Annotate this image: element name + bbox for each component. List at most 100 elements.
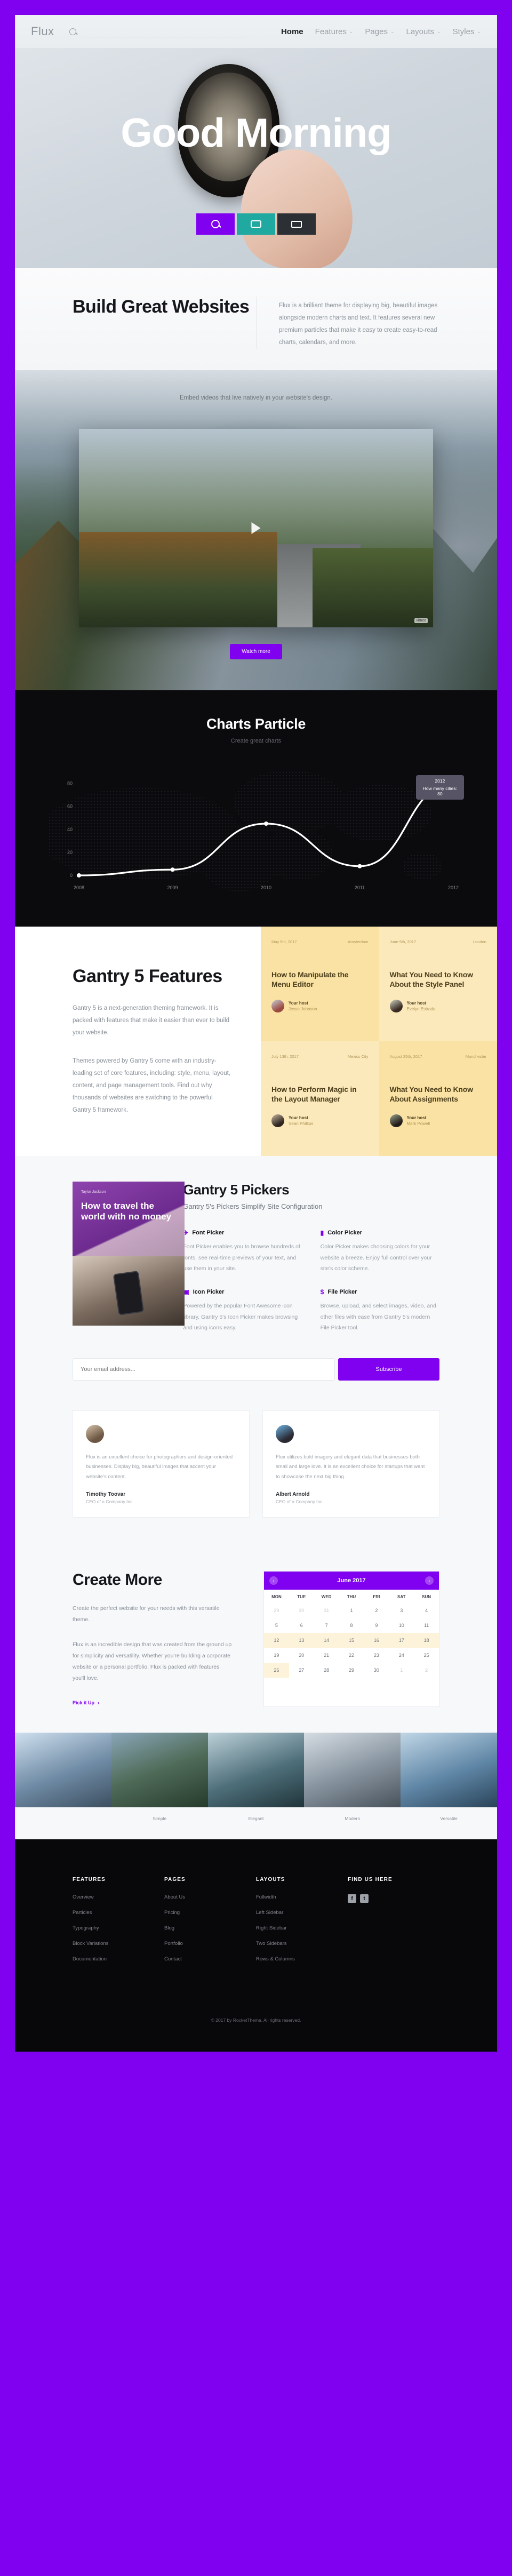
promo-card[interactable]: Taylor Jackson How to travel the world w…	[73, 1182, 185, 1326]
calendar-day[interactable]: 4	[414, 1603, 439, 1618]
footer-link[interactable]: Pricing	[164, 1910, 256, 1916]
site-logo[interactable]: Flux	[31, 25, 54, 38]
play-icon[interactable]	[251, 522, 261, 534]
facebook-icon[interactable]: f	[348, 1894, 356, 1903]
briefcase-icon: ▮	[320, 1229, 324, 1237]
features-left: Gantry 5 Features Gantry 5 is a next-gen…	[15, 927, 261, 1156]
footer-column-layouts: LAYOUTS Fullwidth Left Sidebar Right Sid…	[256, 1877, 348, 1972]
email-field[interactable]	[73, 1358, 335, 1381]
pick-it-up-link[interactable]: Pick it Up ›	[73, 1700, 99, 1705]
nav-item-styles[interactable]: Styles ⌄	[453, 27, 481, 36]
footer-heading: PAGES	[164, 1877, 186, 1883]
calendar-day[interactable]: 6	[289, 1618, 314, 1633]
calendar-day[interactable]: 20	[289, 1648, 314, 1663]
calendar-day[interactable]: 10	[389, 1618, 414, 1633]
subscribe-button[interactable]: Subscribe	[338, 1358, 439, 1381]
news-card-date: June 5th, 2017	[389, 939, 417, 944]
search-input[interactable]	[80, 26, 245, 37]
footer-link[interactable]: Fullwidth	[256, 1894, 348, 1900]
news-card[interactable]: August 25th, 2017 Manchester What You Ne…	[379, 1041, 497, 1157]
nav-item-layouts[interactable]: Layouts ⌄	[406, 27, 441, 36]
chart-title: Charts Particle	[206, 716, 306, 732]
header-search[interactable]	[69, 26, 245, 37]
calendar-day[interactable]: 13	[289, 1633, 314, 1648]
calendar-day[interactable]: 22	[339, 1648, 364, 1663]
calendar-day[interactable]: 21	[314, 1648, 339, 1663]
footer-link[interactable]: Rows & Columns	[256, 1956, 348, 1962]
calendar-day[interactable]: 2	[414, 1663, 439, 1678]
calendar-day[interactable]: 14	[314, 1633, 339, 1648]
news-card[interactable]: July 13th, 2017 Mexico City How to Perfo…	[261, 1041, 379, 1157]
gallery-item[interactable]: Modern	[304, 1733, 401, 1839]
hero-monitor-button[interactable]	[277, 213, 316, 235]
news-card-host-label: Your host	[406, 1115, 427, 1121]
footer-link[interactable]: Typography	[73, 1925, 164, 1931]
nav-item-pages[interactable]: Pages ⌄	[365, 27, 394, 36]
footer-link[interactable]: Left Sidebar	[256, 1910, 348, 1916]
footer-link[interactable]: Overview	[73, 1894, 164, 1900]
calendar-day[interactable]: 11	[414, 1618, 439, 1633]
hero-camera-button[interactable]	[237, 213, 275, 235]
calendar-day[interactable]: 25	[414, 1648, 439, 1663]
gallery-item[interactable]	[15, 1733, 111, 1839]
footer-link[interactable]: Blog	[164, 1925, 256, 1931]
calendar-dow: FRI	[373, 1594, 380, 1600]
gallery-item[interactable]: Simple	[111, 1733, 208, 1839]
news-card[interactable]: May 9th, 2017 Amsterdam How to Manipulat…	[261, 927, 379, 1042]
footer-link[interactable]: Two Sidebars	[256, 1941, 348, 1947]
calendar-day[interactable]: 29	[264, 1603, 289, 1618]
build-section: Build Great Websites Flux is a brilliant…	[15, 268, 497, 370]
calendar-day[interactable]: 26	[264, 1663, 289, 1678]
nav-item-features[interactable]: Features ⌄	[315, 27, 354, 36]
calendar-day[interactable]: 7	[314, 1618, 339, 1633]
hero-search-button[interactable]	[196, 213, 235, 235]
footer-link[interactable]: Right Sidebar	[256, 1925, 348, 1931]
calendar-day[interactable]: 27	[289, 1663, 314, 1678]
footer-link[interactable]: Contact	[164, 1956, 256, 1962]
calendar-day[interactable]: 30	[289, 1603, 314, 1618]
site-footer: FEATURES Overview Particles Typography B…	[15, 1839, 497, 2052]
build-right: Flux is a brilliant theme for displaying…	[256, 297, 497, 349]
calendar-day[interactable]: 29	[339, 1663, 364, 1678]
build-paragraph: Flux is a brilliant theme for displaying…	[279, 302, 438, 346]
testimonial-name: Albert Arnold	[276, 1492, 310, 1498]
calendar-day[interactable]: 2	[364, 1603, 389, 1618]
calendar-day[interactable]: 16	[364, 1633, 389, 1648]
video-player[interactable]: vimeo	[79, 429, 433, 627]
twitter-icon[interactable]: t	[360, 1894, 369, 1903]
calendar-day[interactable]: 30	[364, 1663, 389, 1678]
gallery-item[interactable]: Versatile	[401, 1733, 497, 1839]
calendar-day[interactable]: 18	[414, 1633, 439, 1648]
chevron-left-icon[interactable]: ‹	[269, 1576, 278, 1585]
news-card[interactable]: June 5th, 2017 London What You Need to K…	[379, 927, 497, 1042]
calendar-day[interactable]: 31	[314, 1603, 339, 1618]
chevron-down-icon: ⌄	[349, 28, 354, 34]
calendar-day[interactable]: 1	[339, 1603, 364, 1618]
footer-link[interactable]: Documentation	[73, 1956, 164, 1962]
calendar-day[interactable]: 3	[389, 1603, 414, 1618]
nav-item-home[interactable]: Home	[281, 27, 303, 36]
hero-title: Good Morning	[121, 110, 391, 156]
calendar-day[interactable]: 17	[389, 1633, 414, 1648]
svg-text:0: 0	[70, 873, 73, 878]
footer-link[interactable]: Particles	[73, 1910, 164, 1916]
calendar-day[interactable]: 12	[264, 1633, 289, 1648]
calendar-day[interactable]: 9	[364, 1618, 389, 1633]
calendar-day[interactable]: 23	[364, 1648, 389, 1663]
gallery-item[interactable]: Elegant	[207, 1733, 305, 1839]
footer-link[interactable]: Portfolio	[164, 1941, 256, 1947]
hero-section: Good Morning	[15, 48, 497, 268]
watch-more-button[interactable]: Watch more	[230, 644, 282, 659]
calendar-day[interactable]: 8	[339, 1618, 364, 1633]
footer-link[interactable]: Block Variations	[73, 1941, 164, 1947]
calendar-day[interactable]: 15	[339, 1633, 364, 1648]
picker-item-text: Font Picker enables you to browse hundre…	[183, 1243, 300, 1272]
calendar-day[interactable]: 19	[264, 1648, 289, 1663]
calendar-day[interactable]: 24	[389, 1648, 414, 1663]
chevron-right-icon[interactable]: ›	[425, 1576, 434, 1585]
calendar-day[interactable]: 28	[314, 1663, 339, 1678]
footer-link[interactable]: About Us	[164, 1894, 256, 1900]
calendar-day[interactable]: 1	[389, 1663, 414, 1678]
testimonials-section: Flux is an excellent choice for photogra…	[15, 1402, 497, 1548]
calendar-day[interactable]: 5	[264, 1618, 289, 1633]
